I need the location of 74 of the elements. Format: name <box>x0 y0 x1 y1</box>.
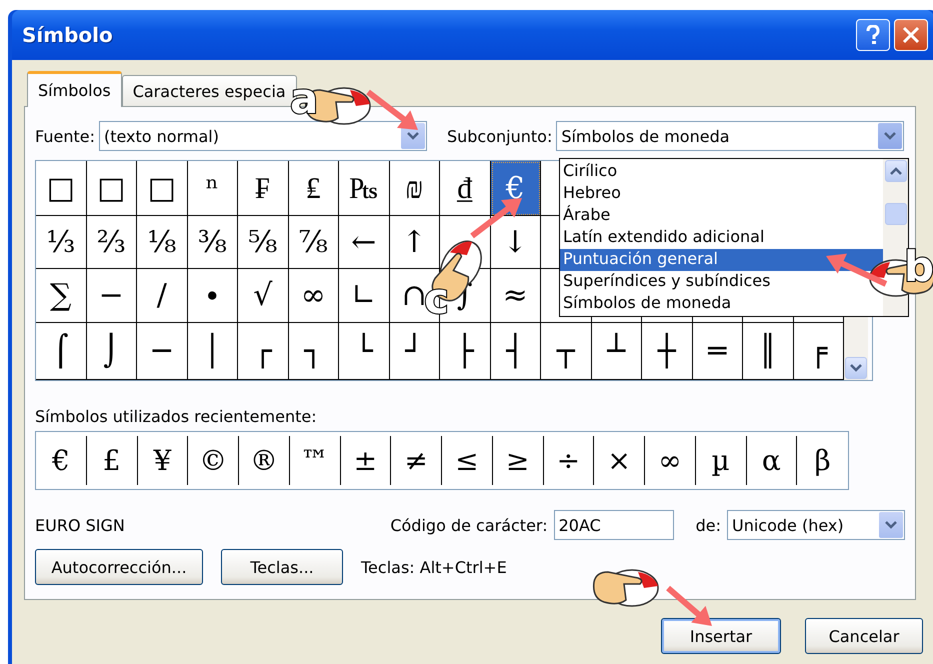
insert-button[interactable]: Insertar <box>661 618 781 654</box>
symbol-cell[interactable]: ─ <box>137 323 188 380</box>
symbol-cell[interactable]: ┘ <box>390 323 440 380</box>
from-label: de: <box>696 516 721 534</box>
symbol-cell[interactable]: ┤ <box>490 323 541 380</box>
character-name: EURO SIGN <box>35 516 126 534</box>
symbol-cell[interactable]: ⅜ <box>188 216 238 269</box>
recent-symbol[interactable]: β <box>797 436 848 485</box>
symbol-cell[interactable]: ⅓ <box>36 216 86 269</box>
symbol-cell[interactable]: ⌠ <box>36 323 86 380</box>
window-title: Símbolo <box>22 23 114 47</box>
symbol-cell[interactable]: √ <box>238 269 288 323</box>
symbol-cell[interactable]: ∑ <box>36 269 86 323</box>
help-button[interactable] <box>856 19 890 51</box>
symbol-cell[interactable]: ← <box>339 216 390 269</box>
font-dropdown[interactable]: (texto normal) <box>98 121 427 151</box>
scroll-down-button[interactable] <box>845 357 867 379</box>
character-code-label: Código de carácter: <box>390 516 548 534</box>
symbol-cell[interactable]: ┌ <box>238 323 288 380</box>
symbol-cell[interactable]: ═ <box>692 323 743 380</box>
symbol-cell[interactable]: ║ <box>743 323 794 380</box>
symbol-cell[interactable]: ┼ <box>642 323 692 380</box>
symbol-cell[interactable]: ↓ <box>490 216 541 269</box>
symbol-cell[interactable]: ⅔ <box>86 216 137 269</box>
scroll-up-icon <box>890 167 902 175</box>
symbol-cell[interactable]: ∟ <box>339 269 390 323</box>
scroll-thumb[interactable] <box>884 203 906 225</box>
symbol-cell[interactable]: ₫ <box>440 161 490 216</box>
encoding-dropdown[interactable]: Unicode (hex) <box>727 510 905 540</box>
subset-label: Subconjunto: <box>446 126 552 146</box>
autocorrect-button[interactable]: Autocorrección... <box>35 549 203 585</box>
symbol-cell[interactable]: ∕ <box>137 269 188 323</box>
symbol-cell[interactable]: ⁿ <box>188 161 238 216</box>
symbol-cell[interactable]: ⌡ <box>86 323 137 380</box>
symbol-cell[interactable]: ⅝ <box>238 216 288 269</box>
symbol-cell[interactable]: □ <box>36 161 86 216</box>
tab[interactable]: Símbolos <box>27 71 122 107</box>
scroll-up-button[interactable] <box>884 160 906 182</box>
help-icon <box>865 25 881 45</box>
subset-option[interactable]: Latín extendido adicional <box>560 227 883 249</box>
symbol-cell[interactable]: ↑ <box>390 216 440 269</box>
recent-label: Símbolos utilizados recientemente: <box>35 407 318 426</box>
shortcut-key-button[interactable]: Teclas... <box>221 549 343 585</box>
subset-option[interactable]: Cirílico <box>560 161 883 183</box>
symbol-cell[interactable]: ├ <box>440 323 490 380</box>
symbol-cell[interactable]: − <box>86 269 137 323</box>
subset-option[interactable]: Árabe <box>560 205 883 227</box>
symbol-cell[interactable]: ⅞ <box>288 216 339 269</box>
symbol-cell[interactable]: └ <box>339 323 390 380</box>
symbol-cell[interactable]: ┬ <box>541 323 592 380</box>
symbol-cell[interactable]: ₧ <box>339 161 390 216</box>
subset-option[interactable]: Símbolos de moneda <box>560 293 883 315</box>
subset-dropdown[interactable]: Símbolos de moneda <box>556 121 904 151</box>
symbol-cell[interactable]: ┴ <box>592 323 642 380</box>
symbol-cell[interactable]: ⅛ <box>137 216 188 269</box>
symbol-cell[interactable]: ₤ <box>288 161 339 216</box>
symbol-cell[interactable]: ∙ <box>188 269 238 323</box>
shortcut-text: Teclas: Alt+Ctrl+E <box>361 558 507 576</box>
symbol-cell[interactable]: ∞ <box>288 269 339 323</box>
close-button[interactable] <box>894 19 928 51</box>
character-code-field[interactable]: 20AC <box>554 510 674 540</box>
symbol-cell[interactable]: □ <box>137 161 188 216</box>
symbol-cell[interactable]: □ <box>86 161 137 216</box>
symbol-cell[interactable]: │ <box>188 323 238 380</box>
close-icon <box>902 26 920 44</box>
symbol-cell[interactable]: ┐ <box>288 323 339 380</box>
symbol-cell[interactable]: ╒ <box>794 323 844 380</box>
dropdown-button[interactable] <box>878 123 902 149</box>
subset-option[interactable]: Hebreo <box>560 183 883 205</box>
cancel-button[interactable]: Cancelar <box>805 618 923 654</box>
symbol-cell[interactable]: ₣ <box>238 161 288 216</box>
font-label: Fuente: <box>35 126 95 146</box>
symbol-cell[interactable]: ≈ <box>490 269 541 323</box>
symbol-cell[interactable]: ₪ <box>390 161 440 216</box>
